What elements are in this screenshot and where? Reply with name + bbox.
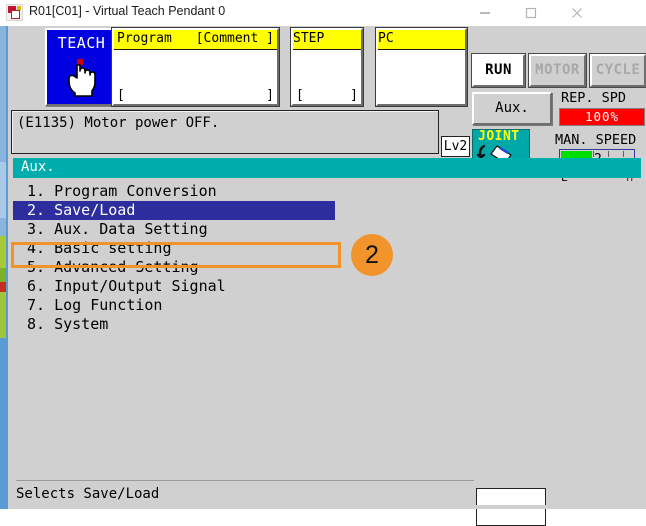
step-value-close: ] <box>350 88 358 103</box>
program-header-label: Program <box>117 31 172 46</box>
maximize-icon[interactable] <box>508 0 554 25</box>
step-value-open: [ <box>296 88 304 103</box>
teach-mode-button[interactable]: TEACH <box>45 28 118 106</box>
window-title: R01[C01] - Virtual Teach Pendant 0 <box>29 4 226 18</box>
robot-app-icon <box>6 4 23 21</box>
status-separator <box>16 480 474 481</box>
message-level-badge[interactable]: Lv2 <box>441 136 470 157</box>
menu-item-aux-data-setting[interactable]: 3. Aux. Data Setting <box>13 220 641 239</box>
pc-panel[interactable]: PC <box>375 27 468 107</box>
annotation-step-badge: 2 <box>351 234 393 276</box>
message-bar: (E1135) Motor power OFF. <box>11 110 439 154</box>
window-title-bar: R01[C01] - Virtual Teach Pendant 0 <box>0 0 646 27</box>
pendant-top-toolbar: TEACH Program [Comment ] [ ] STEP [] PC… <box>8 26 646 184</box>
run-mode-button[interactable]: RUN <box>471 53 526 88</box>
close-icon[interactable] <box>554 0 600 25</box>
cycle-button[interactable]: CYCLE <box>589 53 646 88</box>
program-panel[interactable]: Program [Comment ] [ ] <box>111 27 280 107</box>
joint-button-label: JOINT <box>478 129 520 144</box>
man-speed-label: MAN. SPEED <box>555 132 637 148</box>
pendant-bottom-edge <box>8 505 646 509</box>
menu-item-advanced-setting[interactable]: 5. Advanced Setting <box>13 258 641 277</box>
program-value-close: ] <box>266 88 274 103</box>
motor-button[interactable]: MOTOR <box>528 53 587 88</box>
step-panel-header: STEP <box>293 30 361 50</box>
menu-item-save-load[interactable]: 2. Save/Load <box>13 201 335 220</box>
screen-title-bar: Aux. <box>13 158 641 178</box>
step-panel[interactable]: STEP [ ] <box>290 27 364 107</box>
error-message-text: (E1135) Motor power OFF. <box>17 115 220 131</box>
pointing-hand-icon <box>64 58 100 102</box>
teach-button-label: TEACH <box>57 34 106 52</box>
menu-item-input-output-signal[interactable]: 6. Input/Output Signal <box>13 277 641 296</box>
pc-panel-header: PC <box>378 30 465 50</box>
menu-item-system[interactable]: 8. System <box>13 315 641 334</box>
aux-menu-list: 1. Program Conversion 2. Save/Load 3. Au… <box>13 182 641 334</box>
comment-header-label: [Comment ] <box>195 31 274 46</box>
menu-item-program-conversion[interactable]: 1. Program Conversion <box>13 182 641 201</box>
menu-item-basic-setting[interactable]: 4. Basic setting <box>13 239 641 258</box>
menu-item-log-function[interactable]: 7. Log Function <box>13 296 641 315</box>
status-bar-text: Selects Save/Load <box>16 486 160 502</box>
program-value-open: [ <box>117 88 125 103</box>
rep-speed-label: REP. SPD <box>561 90 627 106</box>
aux-button[interactable]: Aux. <box>472 92 552 125</box>
virtual-teach-pendant-window: R01[C01] - Virtual Teach Pendant 0 TEACH <box>0 0 646 526</box>
pc-panel-body <box>378 50 465 104</box>
program-panel-body: [ ] <box>114 50 277 104</box>
rep-speed-bar: 100% <box>559 108 645 126</box>
screen-title: Aux. <box>21 159 55 175</box>
minimize-icon[interactable] <box>462 0 508 25</box>
program-panel-header: Program [Comment ] <box>114 30 277 50</box>
pendant-body: TEACH Program [Comment ] [ ] STEP [] PC… <box>6 26 646 526</box>
step-panel-body: [ ] <box>293 50 361 104</box>
